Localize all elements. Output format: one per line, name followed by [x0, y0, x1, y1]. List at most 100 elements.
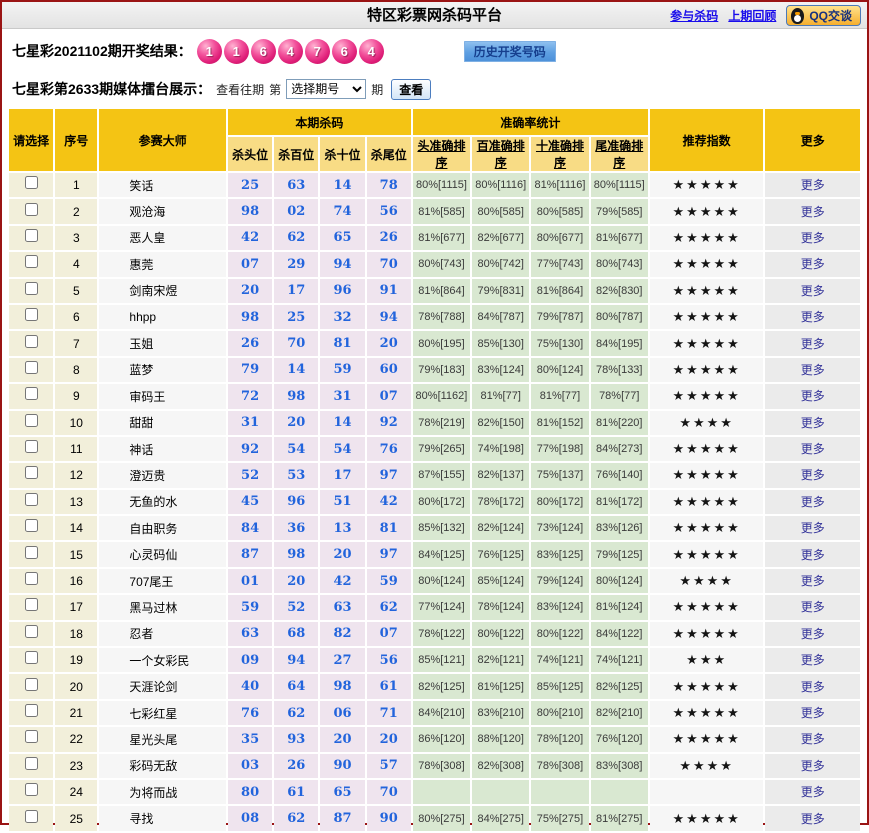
row-checkbox[interactable] — [24, 308, 38, 322]
table-row: 2 观沧海 98 02 74 56 81%[585] 80%[585] 80%[… — [9, 199, 860, 224]
more-link[interactable]: 更多 — [801, 812, 825, 826]
more-link[interactable]: 更多 — [801, 785, 825, 799]
more-link[interactable]: 更多 — [801, 205, 825, 219]
previous-issue-link[interactable]: 上期回顾 — [728, 7, 776, 24]
rating-stars: ★★★★★ — [649, 357, 764, 383]
more-link[interactable]: 更多 — [801, 521, 825, 535]
view-button[interactable]: 查看 — [391, 78, 432, 100]
acc-hundred-value: 78%[124] — [472, 595, 530, 620]
table-row: 13 无鱼的水 45 96 51 42 80%[172] 78%[172] 80… — [9, 489, 860, 515]
table-row: 4 惠莞 07 29 94 70 80%[743] 80%[742] 77%[7… — [9, 252, 860, 277]
kill-ten-value: 06 — [320, 700, 365, 726]
table-row: 14 自由职务 84 36 13 81 85%[132] 82%[124] 73… — [9, 516, 860, 541]
more-link[interactable]: 更多 — [801, 759, 825, 773]
row-index: 14 — [55, 516, 98, 541]
acc-hundred-value — [472, 779, 530, 805]
row-checkbox[interactable] — [24, 598, 38, 612]
acc-tail-value: 82%[125] — [590, 674, 648, 699]
rating-stars: ★★★★★ — [649, 384, 764, 409]
master-name: 审码王 — [99, 384, 226, 409]
row-checkbox[interactable] — [24, 545, 38, 559]
more-link[interactable]: 更多 — [801, 680, 825, 694]
row-index: 4 — [55, 252, 98, 277]
row-checkbox[interactable] — [24, 202, 38, 216]
sort-acc-ten-link[interactable]: 十准确排序 — [536, 139, 584, 170]
kill-hundred-value: 54 — [274, 436, 319, 462]
more-link[interactable]: 更多 — [801, 257, 825, 271]
lottery-ball: 6 — [250, 38, 276, 64]
row-checkbox[interactable] — [24, 228, 38, 242]
more-link[interactable]: 更多 — [801, 600, 825, 614]
row-checkbox[interactable] — [24, 176, 38, 190]
sort-acc-hundred-link[interactable]: 百准确排序 — [477, 139, 525, 170]
more-link[interactable]: 更多 — [801, 284, 825, 298]
master-name: 自由职务 — [99, 516, 226, 541]
history-numbers-button[interactable]: 历史开奖号码 — [463, 40, 556, 62]
more-link[interactable]: 更多 — [801, 310, 825, 324]
lottery-ball: 1 — [196, 38, 222, 64]
kill-head-value: 26 — [227, 331, 273, 356]
row-checkbox[interactable] — [24, 730, 38, 744]
issue-select[interactable]: 选择期号 — [286, 79, 367, 99]
kill-tail-value: 92 — [366, 410, 411, 435]
acc-hundred-value: 85%[130] — [472, 331, 530, 356]
more-link[interactable]: 更多 — [801, 442, 825, 456]
row-index: 1 — [55, 173, 98, 198]
more-link[interactable]: 更多 — [801, 468, 825, 482]
acc-head-value: 87%[155] — [412, 463, 471, 488]
kill-head-value: 84 — [227, 516, 273, 541]
sort-acc-tail-link[interactable]: 尾准确排序 — [595, 139, 643, 170]
more-link[interactable]: 更多 — [801, 706, 825, 720]
more-link[interactable]: 更多 — [801, 337, 825, 351]
more-link[interactable]: 更多 — [801, 416, 825, 430]
kill-tail-value: 94 — [366, 304, 411, 330]
row-checkbox[interactable] — [24, 255, 38, 269]
row-checkbox[interactable] — [24, 572, 38, 586]
kill-head-value: 07 — [227, 252, 273, 277]
sort-acc-head-link[interactable]: 头准确排序 — [417, 139, 465, 170]
row-checkbox[interactable] — [24, 756, 38, 770]
more-link[interactable]: 更多 — [801, 389, 825, 403]
select-cell — [9, 331, 54, 356]
acc-head-value: 81%[864] — [412, 278, 471, 303]
more-link[interactable]: 更多 — [801, 627, 825, 641]
row-checkbox[interactable] — [24, 334, 38, 348]
kill-ten-value: 27 — [320, 648, 365, 673]
kill-hundred-value: 63 — [274, 173, 319, 198]
row-checkbox[interactable] — [24, 519, 38, 533]
more-link[interactable]: 更多 — [801, 548, 825, 562]
row-checkbox[interactable] — [24, 492, 38, 506]
row-checkbox[interactable] — [24, 387, 38, 401]
kill-head-value: 20 — [227, 278, 273, 303]
more-link[interactable]: 更多 — [801, 231, 825, 245]
row-checkbox[interactable] — [24, 466, 38, 480]
row-checkbox[interactable] — [24, 809, 38, 823]
more-link[interactable]: 更多 — [801, 178, 825, 192]
acc-head-value: 86%[120] — [412, 727, 471, 752]
more-link[interactable]: 更多 — [801, 495, 825, 509]
row-checkbox[interactable] — [24, 281, 38, 295]
acc-ten-value: 80%[585] — [531, 199, 589, 224]
row-checkbox[interactable] — [24, 413, 38, 427]
rating-stars: ★★★★ — [649, 410, 764, 435]
qq-chat-button[interactable]: QQ交谈 — [786, 5, 861, 26]
header-kill-ten: 杀十位 — [320, 137, 365, 171]
acc-tail-value — [590, 779, 648, 805]
row-checkbox[interactable] — [24, 677, 38, 691]
more-link[interactable]: 更多 — [801, 574, 825, 588]
row-checkbox[interactable] — [24, 783, 38, 797]
row-checkbox[interactable] — [24, 360, 38, 374]
more-link[interactable]: 更多 — [801, 653, 825, 667]
more-link[interactable]: 更多 — [801, 363, 825, 377]
row-checkbox[interactable] — [24, 440, 38, 454]
row-checkbox[interactable] — [24, 651, 38, 665]
select-cell — [9, 278, 54, 303]
kill-hundred-value: 94 — [274, 648, 319, 673]
row-checkbox[interactable] — [24, 704, 38, 717]
join-kill-code-link[interactable]: 参与杀码 — [670, 7, 718, 24]
more-link[interactable]: 更多 — [801, 732, 825, 746]
row-checkbox[interactable] — [24, 624, 38, 638]
row-index: 21 — [55, 700, 98, 726]
media-show-label: 七星彩第2633期媒体擂台展示： — [12, 81, 212, 97]
row-index: 6 — [55, 304, 98, 330]
